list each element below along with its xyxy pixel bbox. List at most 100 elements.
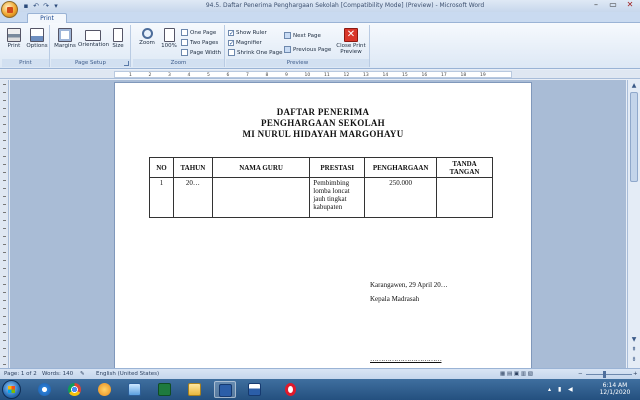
word-count[interactable]: Words: 140: [42, 369, 73, 379]
zoom-100-icon: [163, 28, 175, 42]
save-icon[interactable]: ▪: [22, 2, 30, 10]
close-preview-icon: ✕: [344, 28, 358, 42]
magnifier-checkbox[interactable]: ✓ Magnifier: [228, 38, 262, 48]
orientation-label: Orientation: [78, 42, 110, 48]
ruler-number: 2: [148, 73, 152, 78]
media-taskbar-button[interactable]: [94, 381, 116, 398]
cell-tanda-tangan: [436, 177, 493, 218]
ruler-tick: [3, 308, 6, 309]
orientation-button[interactable]: Orientation: [78, 26, 110, 58]
maximize-button[interactable]: ▭: [605, 0, 621, 11]
scroll-thumb[interactable]: [630, 92, 638, 182]
previous-page-button[interactable]: Previous Page: [284, 45, 331, 55]
margins-button[interactable]: Margins: [53, 26, 77, 58]
next-page-scroll-icon[interactable]: ⇟: [630, 356, 638, 364]
folder-icon: [188, 383, 201, 396]
close-preview-label: Close Print Preview: [336, 43, 366, 55]
col-header-tahun: TAHUN: [172, 157, 213, 178]
zoom-icon: [141, 28, 153, 39]
close-button[interactable]: ✕: [622, 0, 638, 11]
page-width-button[interactable]: Page Width: [181, 48, 221, 58]
ruler-tick: [3, 172, 6, 173]
zoom-100-button[interactable]: 100%: [157, 26, 181, 58]
close-print-preview-button[interactable]: ✕ Close Print Preview: [336, 26, 366, 58]
cell-no: 1: [149, 177, 174, 218]
preview-group: ✓ Show Ruler ✓ Magnifier Shrink One Page N…: [226, 25, 370, 67]
table-row: 1 20… Pembimbing lomba loncat jauh tingk…: [149, 177, 493, 218]
zoom-slider-track[interactable]: [586, 374, 632, 375]
excel-taskbar-button[interactable]: [154, 381, 176, 398]
zoom-in-button[interactable]: +: [633, 371, 638, 378]
page-count[interactable]: Page: 1 of 2: [4, 369, 37, 379]
two-pages-label: Two Pages: [190, 40, 219, 46]
ruler-tick: [3, 348, 6, 349]
options-button[interactable]: Options: [25, 26, 49, 58]
show-ruler-checkbox[interactable]: ✓ Show Ruler: [228, 28, 267, 38]
horizontal-ruler[interactable]: 1 2 3 4 5 6 7 8 9 10 11 12 13 14 15 16 17 18 19: [0, 70, 640, 79]
explorer-taskbar-button[interactable]: [124, 381, 146, 398]
zoom-button[interactable]: Zoom: [135, 26, 159, 58]
ruler-number: 4: [187, 73, 191, 78]
previous-page-scroll-icon[interactable]: ⇞: [630, 346, 638, 354]
previous-page-icon: [284, 46, 291, 53]
ruler-tick: [3, 116, 6, 117]
print-button[interactable]: Print: [2, 26, 26, 58]
customize-qat-icon[interactable]: ▾: [52, 2, 60, 10]
office-button-icon[interactable]: [1, 1, 18, 18]
clock[interactable]: 6:14 AM 12/1/2020: [592, 379, 638, 400]
cell-tahun: 20…: [172, 177, 213, 218]
ruler-number: 3: [168, 73, 171, 78]
ruler-number: 1: [129, 73, 132, 78]
one-page-button[interactable]: One Page: [181, 28, 216, 38]
undo-icon[interactable]: ↶: [32, 2, 40, 10]
folder-taskbar-button[interactable]: [184, 381, 206, 398]
word2-taskbar-button[interactable]: [244, 381, 266, 398]
ruler-tick: [3, 284, 6, 285]
ruler-tick: [3, 188, 6, 189]
ruler-number: 9: [285, 73, 288, 78]
start-button[interactable]: [2, 380, 21, 399]
ruler-tick: [3, 180, 6, 181]
opera-taskbar-button[interactable]: [280, 381, 302, 398]
taskbar: ▴ ▮ ◀ 6:14 AM 12/1/2020: [0, 379, 640, 400]
magnifier-label: Magnifier: [236, 40, 262, 46]
scroll-up-icon[interactable]: ▲: [630, 82, 638, 90]
document-page[interactable]: DAFTAR PENERIMA PENGHARGAAN SEKOLAH MI N…: [114, 82, 532, 368]
redo-icon[interactable]: ↷: [42, 2, 50, 10]
next-page-button[interactable]: Next Page: [284, 31, 321, 41]
page-setup-dialog-launcher[interactable]: [124, 61, 129, 66]
status-bar: Page: 1 of 2 Words: 140 ✎ English (Unite…: [0, 368, 640, 379]
word-taskbar-button[interactable]: [214, 381, 236, 398]
view-buttons[interactable]: ▦ ▤ ▣ ▥ ▧: [500, 369, 533, 379]
options-icon: [30, 28, 44, 42]
minimize-button[interactable]: –: [588, 0, 604, 11]
tray-arrow-icon[interactable]: ▴: [548, 386, 551, 393]
ie-icon: [38, 383, 51, 396]
vertical-scrollbar[interactable]: ▲ ▼ ⇞ ⇟: [627, 80, 640, 368]
ruler-number: 7: [246, 73, 249, 78]
vertical-ruler[interactable]: [0, 80, 9, 368]
language-status[interactable]: English (United States): [96, 369, 159, 379]
doc-title-line-2: PENGHARGAAN SEKOLAH: [261, 118, 385, 128]
cell-nama-guru: [211, 177, 311, 218]
page-width-icon: [181, 49, 188, 56]
preview-group-label: Preview: [226, 59, 369, 67]
network-icon[interactable]: ▮: [558, 386, 561, 393]
margins-icon: [58, 28, 72, 42]
show-ruler-label: Show Ruler: [236, 30, 267, 36]
ie-taskbar-button[interactable]: [34, 381, 56, 398]
zoom-slider-knob[interactable]: [603, 371, 606, 378]
document-workspace: DAFTAR PENERIMA PENGHARGAAN SEKOLAH MI N…: [10, 80, 626, 368]
ruler-number: 12: [343, 73, 350, 78]
chrome-taskbar-button[interactable]: [64, 381, 86, 398]
zoom-out-button[interactable]: −: [578, 371, 583, 378]
shrink-one-page-button[interactable]: Shrink One Page: [228, 48, 282, 58]
proofing-icon[interactable]: ✎: [80, 369, 85, 379]
ruler-tick: [3, 356, 6, 357]
two-pages-button[interactable]: Two Pages: [181, 38, 218, 48]
size-button[interactable]: Size: [109, 26, 127, 58]
one-page-label: One Page: [190, 30, 217, 36]
scroll-down-icon[interactable]: ▼: [630, 336, 638, 344]
margins-label: Margins: [54, 43, 76, 49]
volume-icon[interactable]: ◀: [568, 386, 573, 393]
